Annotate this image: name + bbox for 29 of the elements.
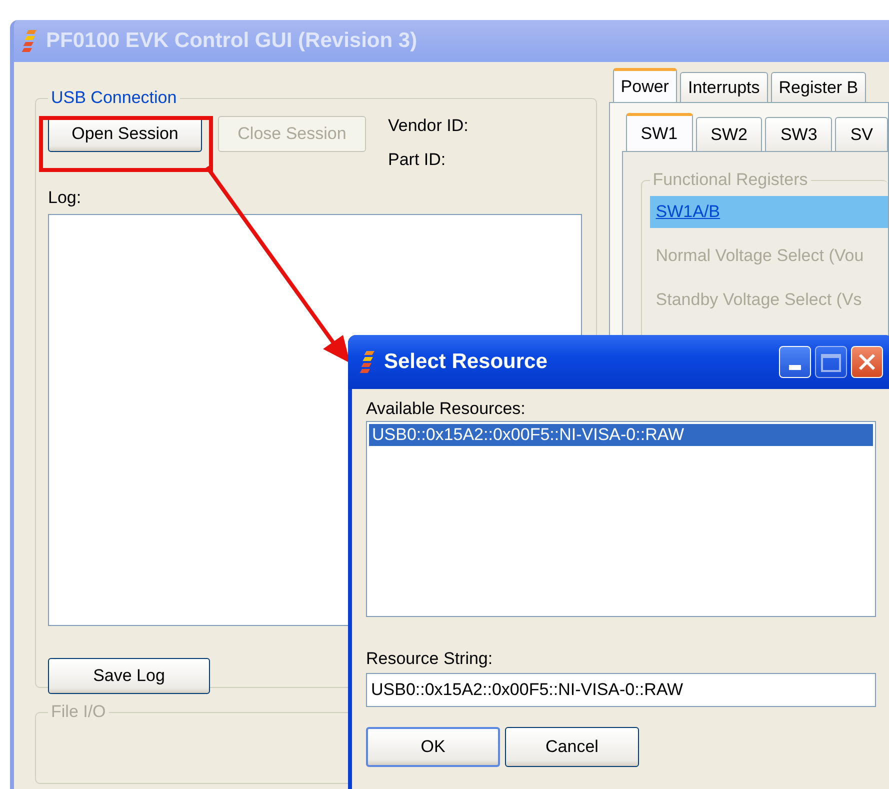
vendor-id-label: Vendor ID: [388, 116, 468, 136]
group-title: File I/O [50, 702, 107, 722]
minimize-icon [789, 365, 801, 371]
tab[interactable]: Power [612, 68, 677, 102]
register-item[interactable]: SW1A/B [650, 196, 888, 228]
group-title: USB Connection [50, 88, 178, 108]
resource-string-field[interactable]: USB0::0x15A2::0x00F5::NI-VISA-0::RAW [366, 673, 876, 707]
resource-item[interactable]: USB0::0x15A2::0x00F5::NI-VISA-0::RAW [369, 424, 873, 446]
group-title: Functional Registers [652, 170, 809, 190]
available-resources-label: Available Resources: [366, 399, 526, 419]
tab[interactable]: Register B [770, 72, 866, 102]
save-log-button[interactable]: Save Log [48, 658, 210, 694]
dialog-title: Select Resource [384, 350, 548, 374]
maximize-icon [821, 354, 841, 372]
window-title: PF0100 EVK Control GUI (Revision 3) [46, 29, 418, 53]
cancel-button[interactable]: Cancel [505, 727, 639, 767]
close-button[interactable] [851, 346, 883, 378]
resource-string-label: Resource String: [366, 649, 494, 669]
maximize-button[interactable] [815, 346, 847, 378]
tab[interactable]: SV [835, 117, 888, 151]
tab[interactable]: SW3 [765, 117, 832, 151]
part-id-label: Part ID: [388, 150, 447, 170]
tab[interactable]: SW1 [626, 113, 693, 151]
log-label: Log: [48, 188, 82, 208]
tab[interactable]: Interrupts [680, 72, 768, 102]
minimize-button[interactable] [779, 346, 811, 378]
ok-button[interactable]: OK [366, 727, 500, 767]
close-icon [858, 353, 876, 371]
tab[interactable]: SW2 [696, 117, 762, 151]
